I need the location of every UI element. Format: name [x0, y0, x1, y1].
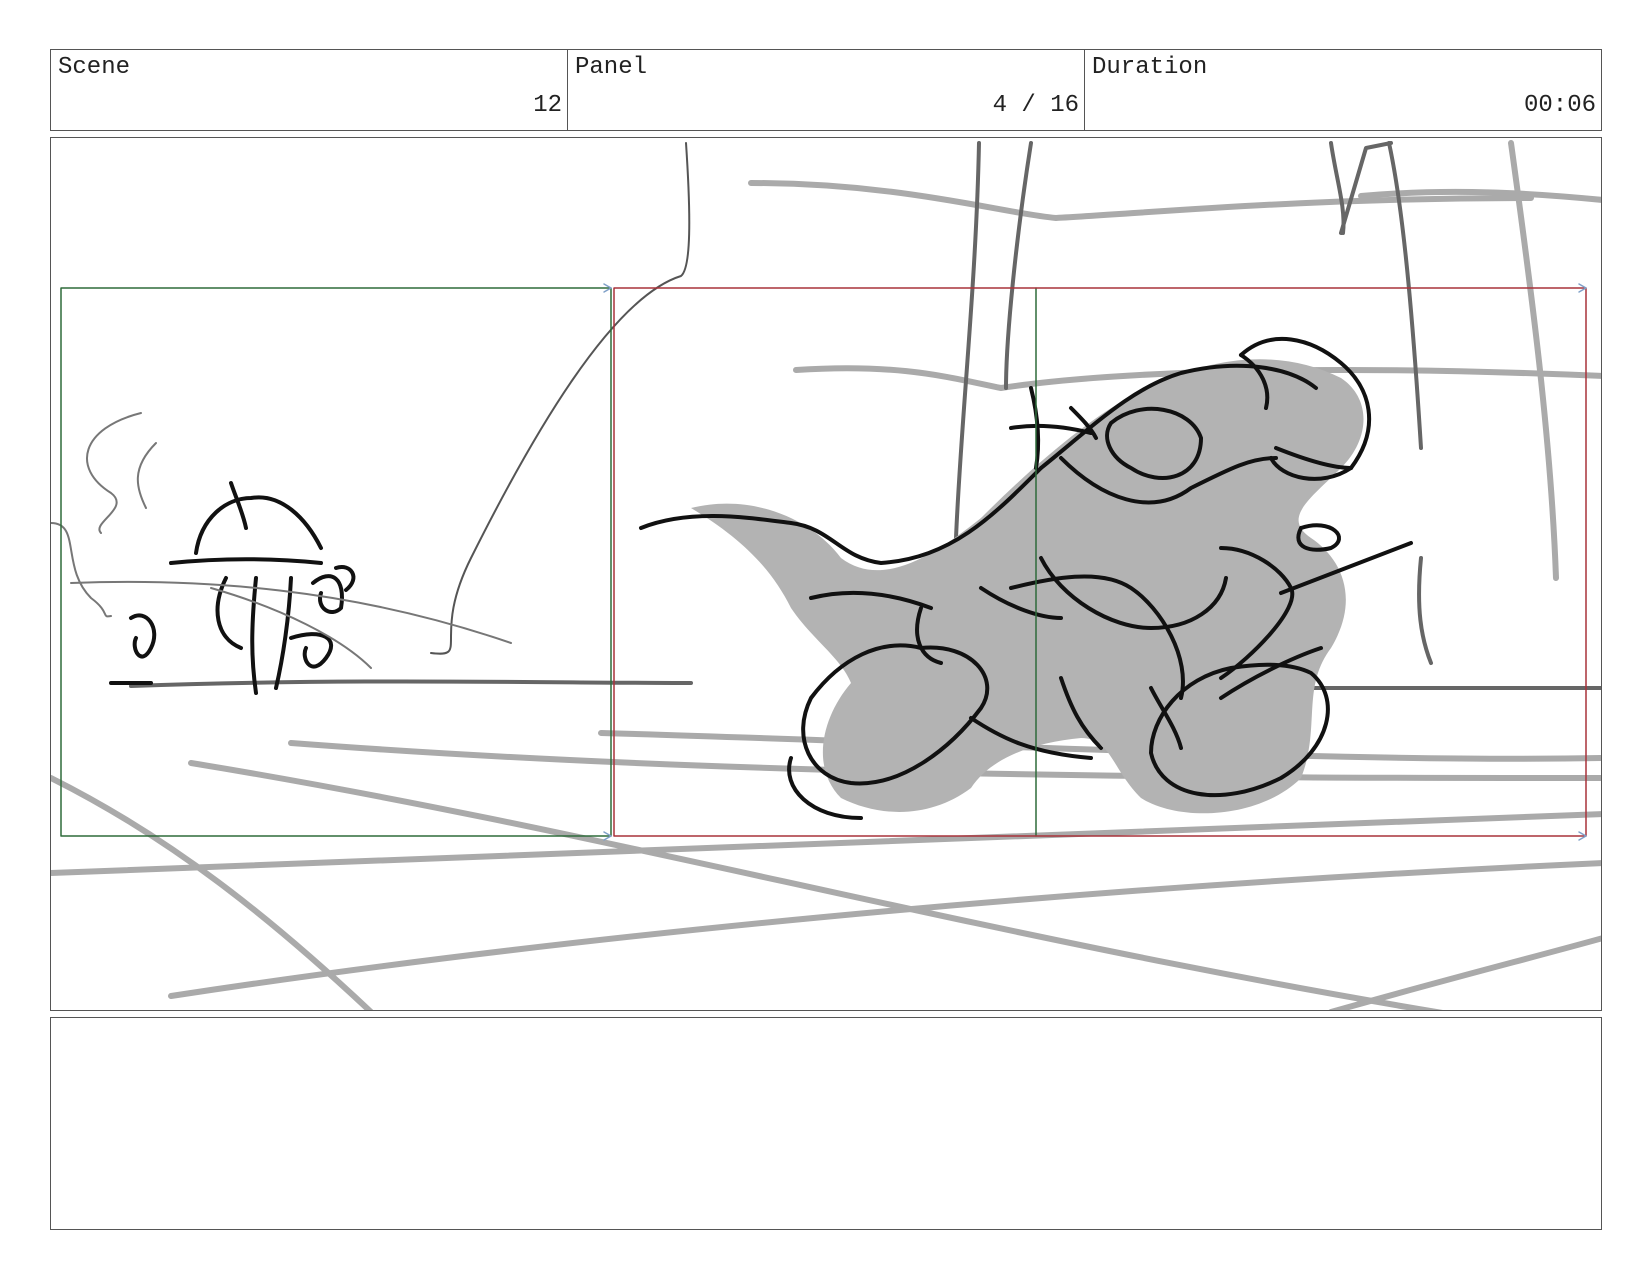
panel-number: 4 / 16 — [992, 92, 1079, 119]
background-characters-sketch — [109, 481, 356, 695]
action-notes-box — [50, 1017, 1602, 1230]
wall-curve — [430, 142, 691, 655]
duration-value: 00:06 — [1523, 92, 1596, 119]
storyboard-sketch — [51, 140, 1601, 1010]
scene-cell: Scene 12 — [51, 50, 568, 130]
panel-cell: Panel 4 / 16 — [568, 50, 1085, 130]
panel-label: Panel — [575, 54, 648, 81]
storyboard-panel-image — [50, 137, 1602, 1011]
start-camera-frame — [60, 287, 612, 837]
panel-info-header: Scene 12 Panel 4 / 16 Duration 00:06 — [50, 49, 1602, 131]
duration-label: Duration — [1092, 54, 1208, 81]
scene-number: 12 — [533, 92, 562, 119]
scene-label: Scene — [58, 54, 131, 81]
duration-cell: Duration 00:06 — [1085, 50, 1601, 130]
smoke-lines — [51, 412, 512, 669]
